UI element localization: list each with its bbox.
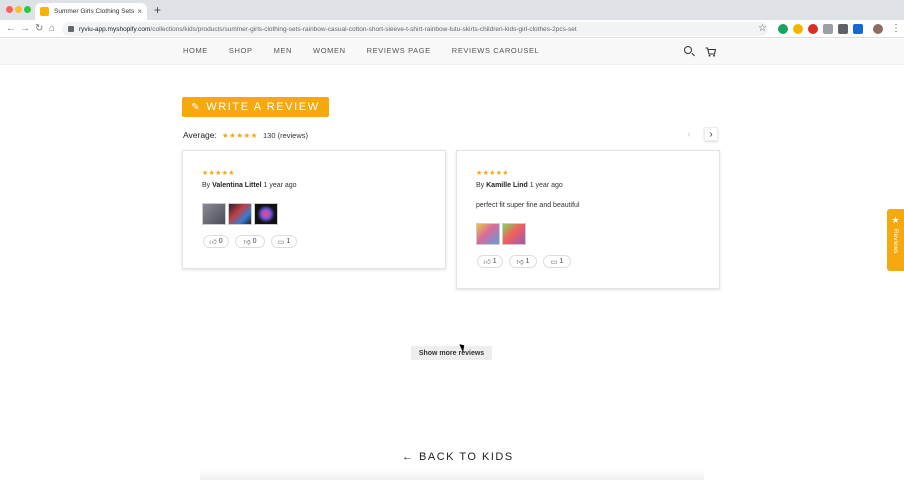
nav-men[interactable]: MEN [274,46,292,55]
new-tab-button[interactable]: + [154,3,161,17]
thumbs-up-icon: 👍︎ [209,239,217,246]
thumbs-down-icon: 👎︎ [243,239,251,246]
browser-menu-icon[interactable]: ⋮ [891,22,901,36]
thumbs-down-icon: 👎︎ [516,259,524,266]
review-author: Valentina Littel [212,182,262,189]
comment-button[interactable]: ▭ 1 [543,255,571,268]
like-button[interactable]: 👍︎ 0 [203,235,229,248]
back-to-kids-link[interactable]: ← BACK TO KIDS [402,451,514,463]
extension-gray-icon[interactable] [823,24,833,34]
comment-icon: ▭ [277,238,285,246]
carousel-next-button[interactable]: › [704,127,718,141]
like-button[interactable]: 👍︎ 1 [477,255,503,268]
review-photo[interactable] [228,203,252,225]
url-path: /collections/kids/products/summer-girls-… [150,25,577,33]
carousel-prev-button[interactable]: ‹ [682,127,696,141]
tab-close-icon[interactable]: × [137,7,142,16]
show-more-reviews-button[interactable]: Show more reviews [411,346,492,360]
forward-arrow-icon[interactable]: → [20,22,30,36]
review-stars-icon: ★★★★★ [476,170,509,177]
review-author: Kamille Lind [486,182,528,189]
reload-icon[interactable]: ↻ [35,22,43,36]
close-window-button[interactable] [6,6,13,13]
comment-count: 1 [286,238,291,245]
maximize-window-button[interactable] [24,6,31,13]
review-byline: By Kamille Lind 1 year ago [476,182,563,189]
write-review-label: WRITE A REVIEW [206,101,320,113]
nav-shop[interactable]: SHOP [229,46,253,55]
bookmark-star-icon[interactable]: ☆ [758,22,767,36]
star-icon: ★ [891,215,900,225]
like-count: 0 [218,238,223,245]
back-arrow-icon[interactable]: ← [6,22,16,36]
review-photo[interactable] [202,203,226,225]
extension-yellow-icon[interactable] [793,24,803,34]
review-time: 1 year ago [529,182,563,189]
lock-icon [68,26,74,32]
average-label: Average: [183,130,217,140]
nav-home[interactable]: HOME [183,46,208,55]
reviews-side-tab-label: Reviews [892,229,899,254]
dislike-count: 0 [252,238,257,245]
nav-women[interactable]: WOMEN [313,46,346,55]
average-rating: Average: ★★★★★ 130 (reviews) [183,130,308,140]
like-count: 1 [492,258,497,265]
reviews-side-tab[interactable]: ★ Reviews [887,209,904,271]
home-icon[interactable]: ⌂ [49,22,55,36]
url-host: ryviu-app.myshopify.com [79,25,151,33]
footer-divider [200,470,704,480]
write-review-button[interactable]: ✎ WRITE A REVIEW [182,97,329,117]
extension-grammarly-icon[interactable] [778,24,788,34]
review-body: perfect fit super fine and beautiful [476,202,580,209]
nav-reviews-page[interactable]: REVIEWS PAGE [367,46,431,55]
review-photo[interactable] [254,203,278,225]
cart-icon[interactable] [705,47,716,57]
comment-button[interactable]: ▭ 1 [271,235,297,248]
store-navigation: HOME SHOP MEN WOMEN REVIEWS PAGE REVIEWS… [0,39,904,65]
review-photo[interactable] [502,223,526,245]
extension-dark-icon[interactable] [838,24,848,34]
comment-count: 1 [559,258,564,265]
profile-avatar[interactable] [873,24,883,34]
browser-tab[interactable]: Summer Girls Clothing Sets Ra × [35,3,147,20]
nav-reviews-carousel[interactable]: REVIEWS CAROUSEL [452,46,540,55]
dislike-count: 1 [525,258,530,265]
average-stars-icon: ★★★★★ [221,130,258,140]
extension-abp-icon[interactable] [808,24,818,34]
review-count: 130 (reviews) [263,130,309,140]
address-bar: ← → ↻ ⌂ ryviu-app.myshopify.com/collecti… [0,20,904,38]
url-input[interactable]: ryviu-app.myshopify.com/collections/kids… [62,22,768,36]
pencil-icon: ✎ [191,101,202,113]
comment-icon: ▭ [550,258,558,266]
browser-tab-bar: Summer Girls Clothing Sets Ra × + [0,0,904,20]
dislike-button[interactable]: 👎︎ 0 [235,235,265,248]
review-card: ★★★★★ By Valentina Littel 1 year ago 👍︎ … [182,150,446,269]
review-byline: By Valentina Littel 1 year ago [202,182,297,189]
shop-favicon-icon [40,7,49,16]
minimize-window-button[interactable] [15,6,22,13]
search-icon[interactable] [684,46,692,54]
review-photo[interactable] [476,223,500,245]
review-card: ★★★★★ By Kamille Lind 1 year ago perfect… [456,150,720,289]
dislike-button[interactable]: 👎︎ 1 [509,255,537,268]
thumbs-up-icon: 👍︎ [483,259,491,266]
review-time: 1 year ago [263,182,297,189]
extension-blue-icon[interactable] [853,24,863,34]
review-stars-icon: ★★★★★ [202,170,235,177]
tab-title: Summer Girls Clothing Sets Ra [54,8,135,15]
